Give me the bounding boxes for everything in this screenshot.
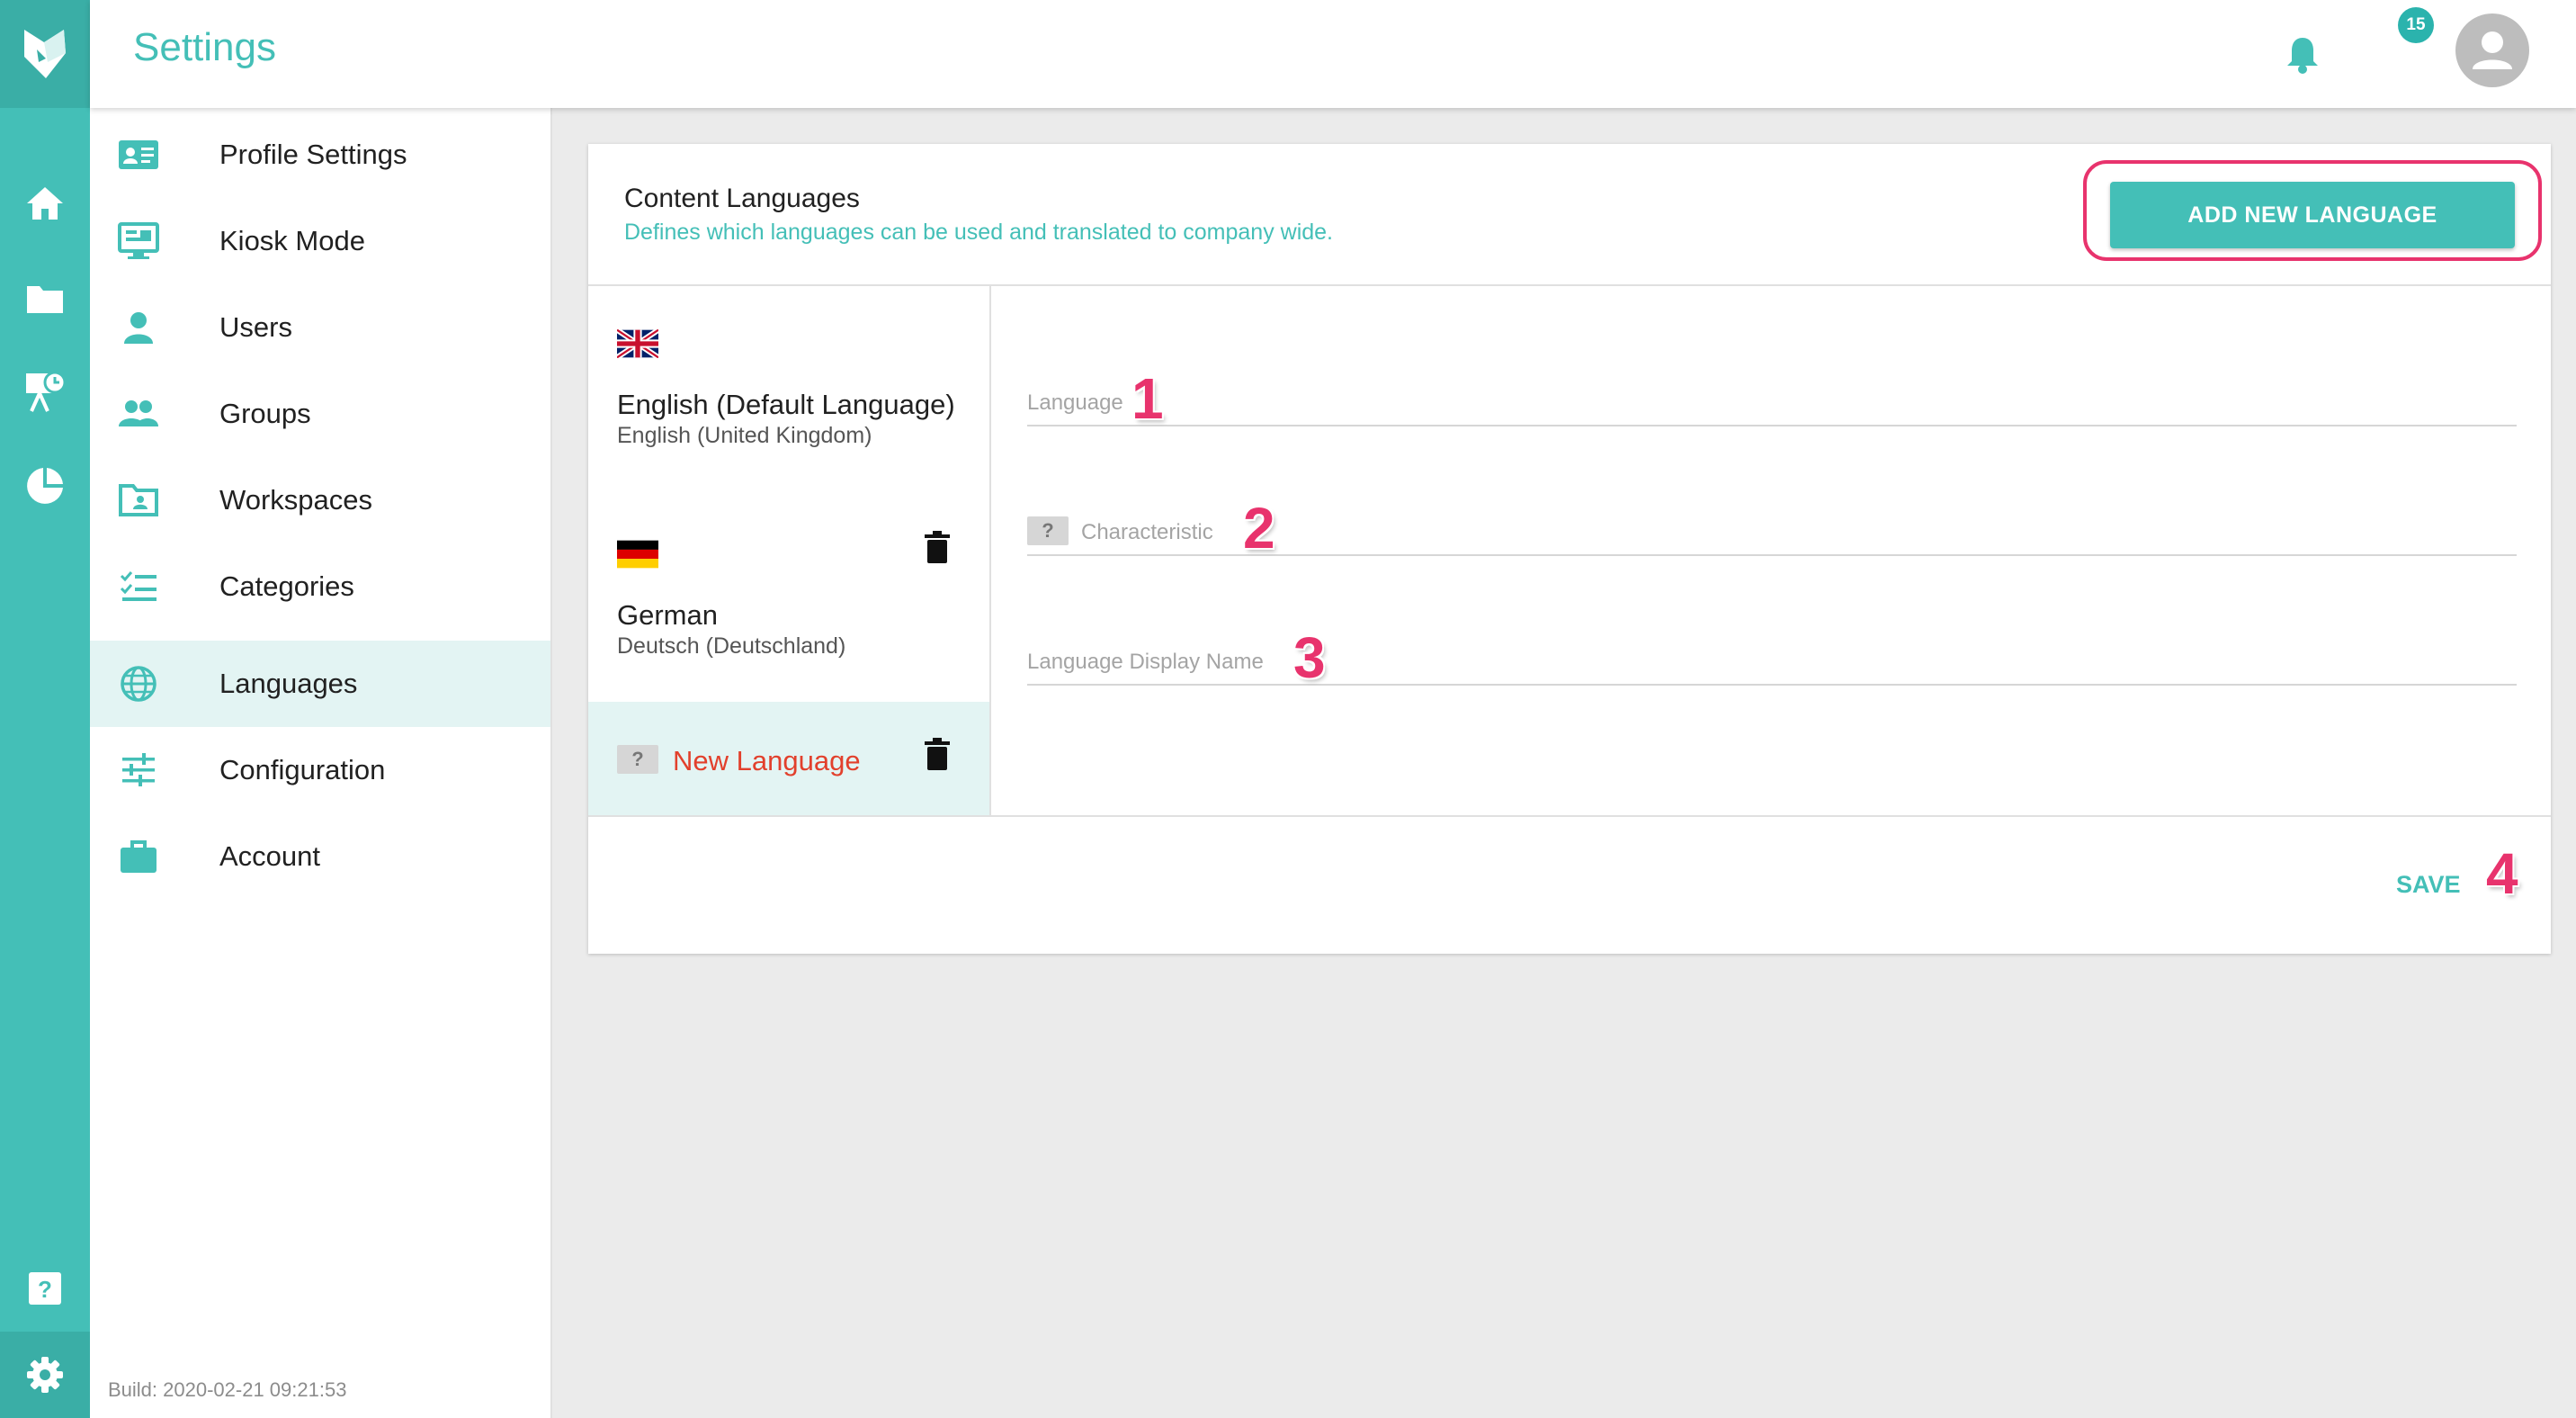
language-native-name: English (United Kingdom): [617, 423, 872, 448]
sidebar-item-groups[interactable]: Groups: [90, 371, 550, 457]
language-field[interactable]: Language: [1027, 362, 2520, 426]
sidebar-item-users[interactable]: Users: [90, 284, 550, 371]
app-rail: ?: [0, 0, 90, 1418]
notification-badge[interactable]: 15: [2398, 7, 2434, 43]
sidebar-item-label: Configuration: [219, 754, 386, 785]
sidebar-item-label: Account: [219, 840, 321, 872]
sidebar-item-label: Categories: [219, 570, 354, 602]
language-display-name-field[interactable]: Language Display Name: [1027, 621, 2520, 686]
help-icon[interactable]: ?: [0, 1252, 90, 1324]
language-display-name-label: Language Display Name: [1027, 650, 1264, 674]
sidebar-item-kiosk-mode[interactable]: Kiosk Mode: [90, 198, 550, 284]
annotation-marker: 2: [1243, 496, 1275, 561]
presentation-icon[interactable]: [0, 356, 90, 428]
sidebar-item-label: Groups: [219, 398, 311, 429]
svg-text:?: ?: [38, 1276, 52, 1303]
uk-flag-icon: [617, 329, 658, 358]
sidebar-item-languages[interactable]: Languages: [90, 641, 550, 727]
annotation-marker: 4: [2486, 841, 2518, 906]
sliders-icon: [117, 749, 160, 792]
briefcase-icon: [117, 835, 160, 878]
characteristic-field-label: Characteristic: [1081, 520, 1213, 544]
home-icon[interactable]: [0, 167, 90, 239]
card-title: Content Languages: [624, 184, 860, 213]
page-title: Settings: [133, 25, 276, 69]
list-item-new-language[interactable]: ? New Language: [588, 702, 989, 815]
sidebar-item-categories[interactable]: Categories: [90, 543, 550, 630]
delete-icon[interactable]: [921, 736, 953, 772]
sidebar-item-label: Profile Settings: [219, 139, 407, 170]
gear-icon[interactable]: [0, 1332, 90, 1418]
profile-card-icon: [117, 133, 160, 176]
sidebar-item-label: Workspaces: [219, 484, 372, 516]
pie-chart-icon[interactable]: [0, 450, 90, 522]
top-bar: Settings: [90, 0, 2576, 108]
card-footer: SAVE 4: [588, 815, 2551, 956]
build-info: Build: 2020-02-21 09:21:53: [108, 1378, 347, 1401]
sidebar-item-workspaces[interactable]: Workspaces: [90, 457, 550, 543]
sidebar-item-profile-settings[interactable]: Profile Settings: [90, 112, 550, 198]
folder-icon[interactable]: [0, 263, 90, 335]
unknown-flag-icon: ?: [617, 745, 658, 774]
user-icon: [117, 306, 160, 349]
sidebar-item-label: Users: [219, 311, 292, 343]
language-name: English (Default Language): [617, 389, 955, 420]
language-list: English (Default Language) English (Unit…: [588, 284, 991, 815]
save-button[interactable]: SAVE: [2396, 871, 2461, 899]
globe-icon: [117, 662, 160, 705]
settings-sidebar: Profile Settings Kiosk Mode Users Groups…: [90, 108, 552, 1418]
language-field-label: Language: [1027, 390, 1123, 415]
monitor-icon: [117, 220, 160, 263]
language-input[interactable]: [1027, 362, 2520, 426]
list-item[interactable]: German Deutsch (Deutschland): [588, 497, 989, 702]
list-item[interactable]: English (Default Language) English (Unit…: [588, 284, 989, 497]
annotation-marker: 1: [1131, 366, 1164, 431]
sidebar-item-label: Languages: [219, 668, 358, 699]
workspace-folder-icon: [117, 479, 160, 522]
sidebar-item-label: Kiosk Mode: [219, 225, 365, 256]
language-name: New Language: [673, 745, 861, 776]
annotation-marker: 3: [1293, 625, 1326, 690]
content-languages-card: Content Languages Defines which language…: [588, 144, 2551, 954]
notification-bell-icon[interactable]: [2276, 27, 2330, 81]
delete-icon[interactable]: [921, 529, 953, 565]
card-header: Content Languages Defines which language…: [588, 144, 2551, 286]
group-icon: [117, 392, 160, 435]
germany-flag-icon: [617, 540, 658, 569]
sidebar-item-account[interactable]: Account: [90, 813, 550, 900]
logo-icon[interactable]: [0, 0, 90, 108]
checklist-icon: [117, 565, 160, 608]
language-name: German: [617, 599, 718, 631]
unknown-flag-icon: ?: [1027, 516, 1069, 545]
language-native-name: Deutsch (Deutschland): [617, 633, 846, 659]
card-subtitle: Defines which languages can be used and …: [624, 220, 1334, 245]
avatar[interactable]: [2455, 13, 2529, 87]
sidebar-item-configuration[interactable]: Configuration: [90, 727, 550, 813]
add-new-language-button[interactable]: ADD NEW LANGUAGE: [2110, 182, 2515, 248]
